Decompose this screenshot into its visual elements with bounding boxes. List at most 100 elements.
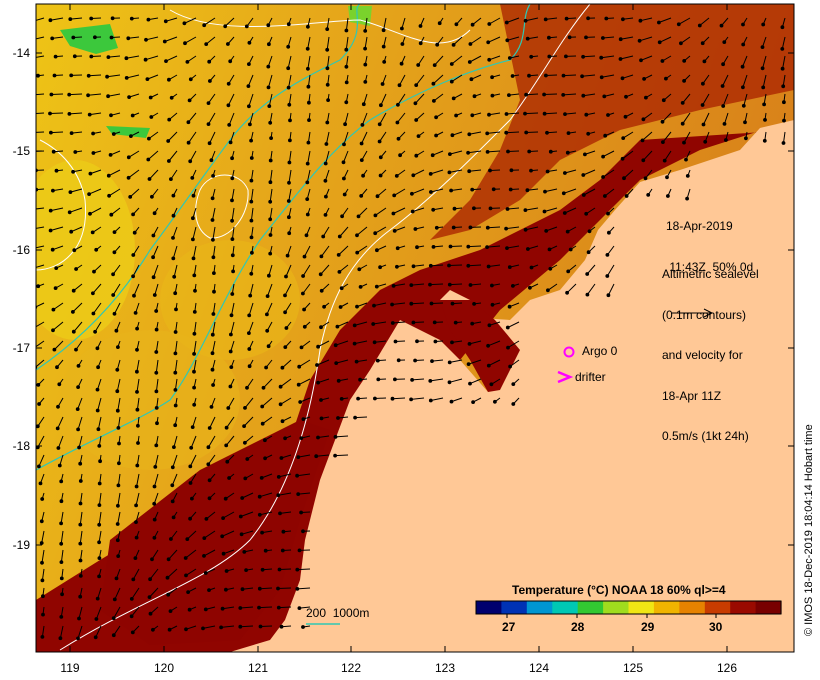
velocity-vector-head [301, 274, 306, 278]
velocity-vector-head [242, 550, 247, 554]
velocity-vector-head [230, 253, 235, 258]
velocity-vector-head [187, 98, 192, 103]
velocity-vector-head [204, 517, 209, 521]
velocity-vector-head [304, 233, 309, 238]
velocity-vector-head [660, 59, 665, 63]
velocity-vector-head [323, 161, 328, 166]
velocity-vector-head [400, 26, 404, 31]
velocity-vector-head [288, 118, 292, 123]
velocity-vector-head [585, 292, 590, 297]
velocity-vector-head [428, 282, 432, 287]
velocity-vector-head [485, 225, 490, 230]
colorbar-tick: 30 [709, 620, 723, 634]
velocity-vector-head [342, 192, 347, 197]
velocity-vector-head [337, 234, 342, 239]
colorbar-swatch [526, 601, 553, 614]
velocity-vector-head [640, 138, 645, 143]
velocity-vector-head [561, 93, 566, 97]
velocity-vector-head [601, 36, 605, 40]
velocity-vector-head [580, 74, 584, 79]
velocity-vector-head [283, 310, 288, 315]
velocity-vector-head [209, 158, 214, 163]
velocity-vector-head [505, 325, 510, 330]
velocity-vector-head [525, 36, 530, 41]
velocity-vector-head [230, 237, 235, 242]
velocity-vector-head [167, 627, 172, 632]
velocity-vector-head [506, 345, 510, 350]
velocity-vector-head [263, 548, 268, 553]
velocity-vector-head [744, 136, 748, 141]
velocity-vector-head [171, 256, 176, 261]
velocity-vector-head [466, 362, 471, 367]
velocity-vector-head [657, 40, 662, 45]
velocity-vector-head [132, 230, 137, 235]
velocity-vector-head [112, 311, 117, 316]
velocity-vector-head [504, 226, 509, 231]
velocity-vector-head [188, 464, 193, 469]
velocity-vector-head [169, 537, 173, 541]
velocity-vector-head [606, 113, 610, 117]
velocity-vector-head [209, 405, 214, 409]
velocity-vector-head [354, 359, 359, 364]
velocity-vector-head [105, 74, 109, 79]
velocity-vector-head [136, 423, 140, 428]
velocity-vector-head [780, 25, 785, 30]
velocity-vector-head [151, 233, 156, 238]
velocity-vector-head [260, 530, 265, 535]
velocity-vector-head [504, 20, 509, 25]
velocity-vector-head [126, 36, 131, 41]
velocity-vector-head [167, 159, 171, 163]
velocity-vector-head [40, 560, 44, 565]
velocity-vector-head [581, 93, 586, 98]
velocity-vector-head [147, 595, 152, 599]
velocity-vector-head [188, 77, 193, 82]
velocity-vector-head [184, 627, 188, 632]
velocity-vector-head [782, 118, 786, 123]
velocity-vector-head [192, 369, 196, 374]
velocity-vector-head [567, 35, 572, 40]
velocity-vector-head [525, 188, 530, 193]
velocity-vector-head [375, 248, 379, 253]
velocity-vector-head [136, 441, 140, 445]
colorbar-swatch [679, 601, 706, 614]
velocity-vector-head [260, 421, 265, 426]
velocity-vector-head [307, 100, 311, 105]
velocity-vector-head [74, 347, 78, 352]
velocity-vector-head [450, 340, 454, 345]
velocity-vector-head [602, 94, 607, 99]
velocity-vector-head [586, 16, 590, 21]
velocity-vector-head [131, 212, 136, 217]
velocity-vector-head [415, 245, 419, 250]
velocity-vector-head [761, 85, 766, 90]
velocity-vector-head [77, 445, 81, 450]
velocity-vector-head [719, 23, 724, 28]
velocity-vector [429, 283, 444, 286]
velocity-vector-head [186, 140, 191, 145]
velocity-vector-head [586, 131, 591, 136]
velocity-vector [69, 93, 83, 96]
velocity-vector-head [302, 324, 307, 329]
velocity-vector-head [428, 263, 433, 268]
velocity-vector-head [78, 541, 83, 546]
velocity-vector-head [67, 112, 72, 116]
velocity-vector-head [226, 406, 231, 410]
lon-tick-label: 123 [435, 661, 455, 675]
velocity-vector-head [295, 587, 300, 591]
velocity-vector-head [257, 605, 261, 610]
velocity-vector-head [623, 114, 628, 119]
velocity-vector-head [59, 499, 64, 504]
velocity-vector-head [410, 191, 414, 196]
velocity-vector-head [55, 426, 60, 431]
velocity-vector-head [466, 150, 471, 155]
velocity-vector-head [95, 387, 100, 392]
velocity-vector-head [680, 121, 685, 126]
velocity-vector-head [257, 586, 262, 591]
velocity-vector-head [701, 122, 706, 127]
velocity-vector-head [390, 321, 395, 325]
velocity-vector-head [451, 43, 456, 47]
velocity-vector-head [230, 218, 235, 223]
velocity-vector-head [344, 80, 349, 85]
velocity-vector-head [297, 364, 302, 369]
velocity-vector-head [276, 586, 280, 591]
velocity-vector-head [432, 63, 437, 67]
